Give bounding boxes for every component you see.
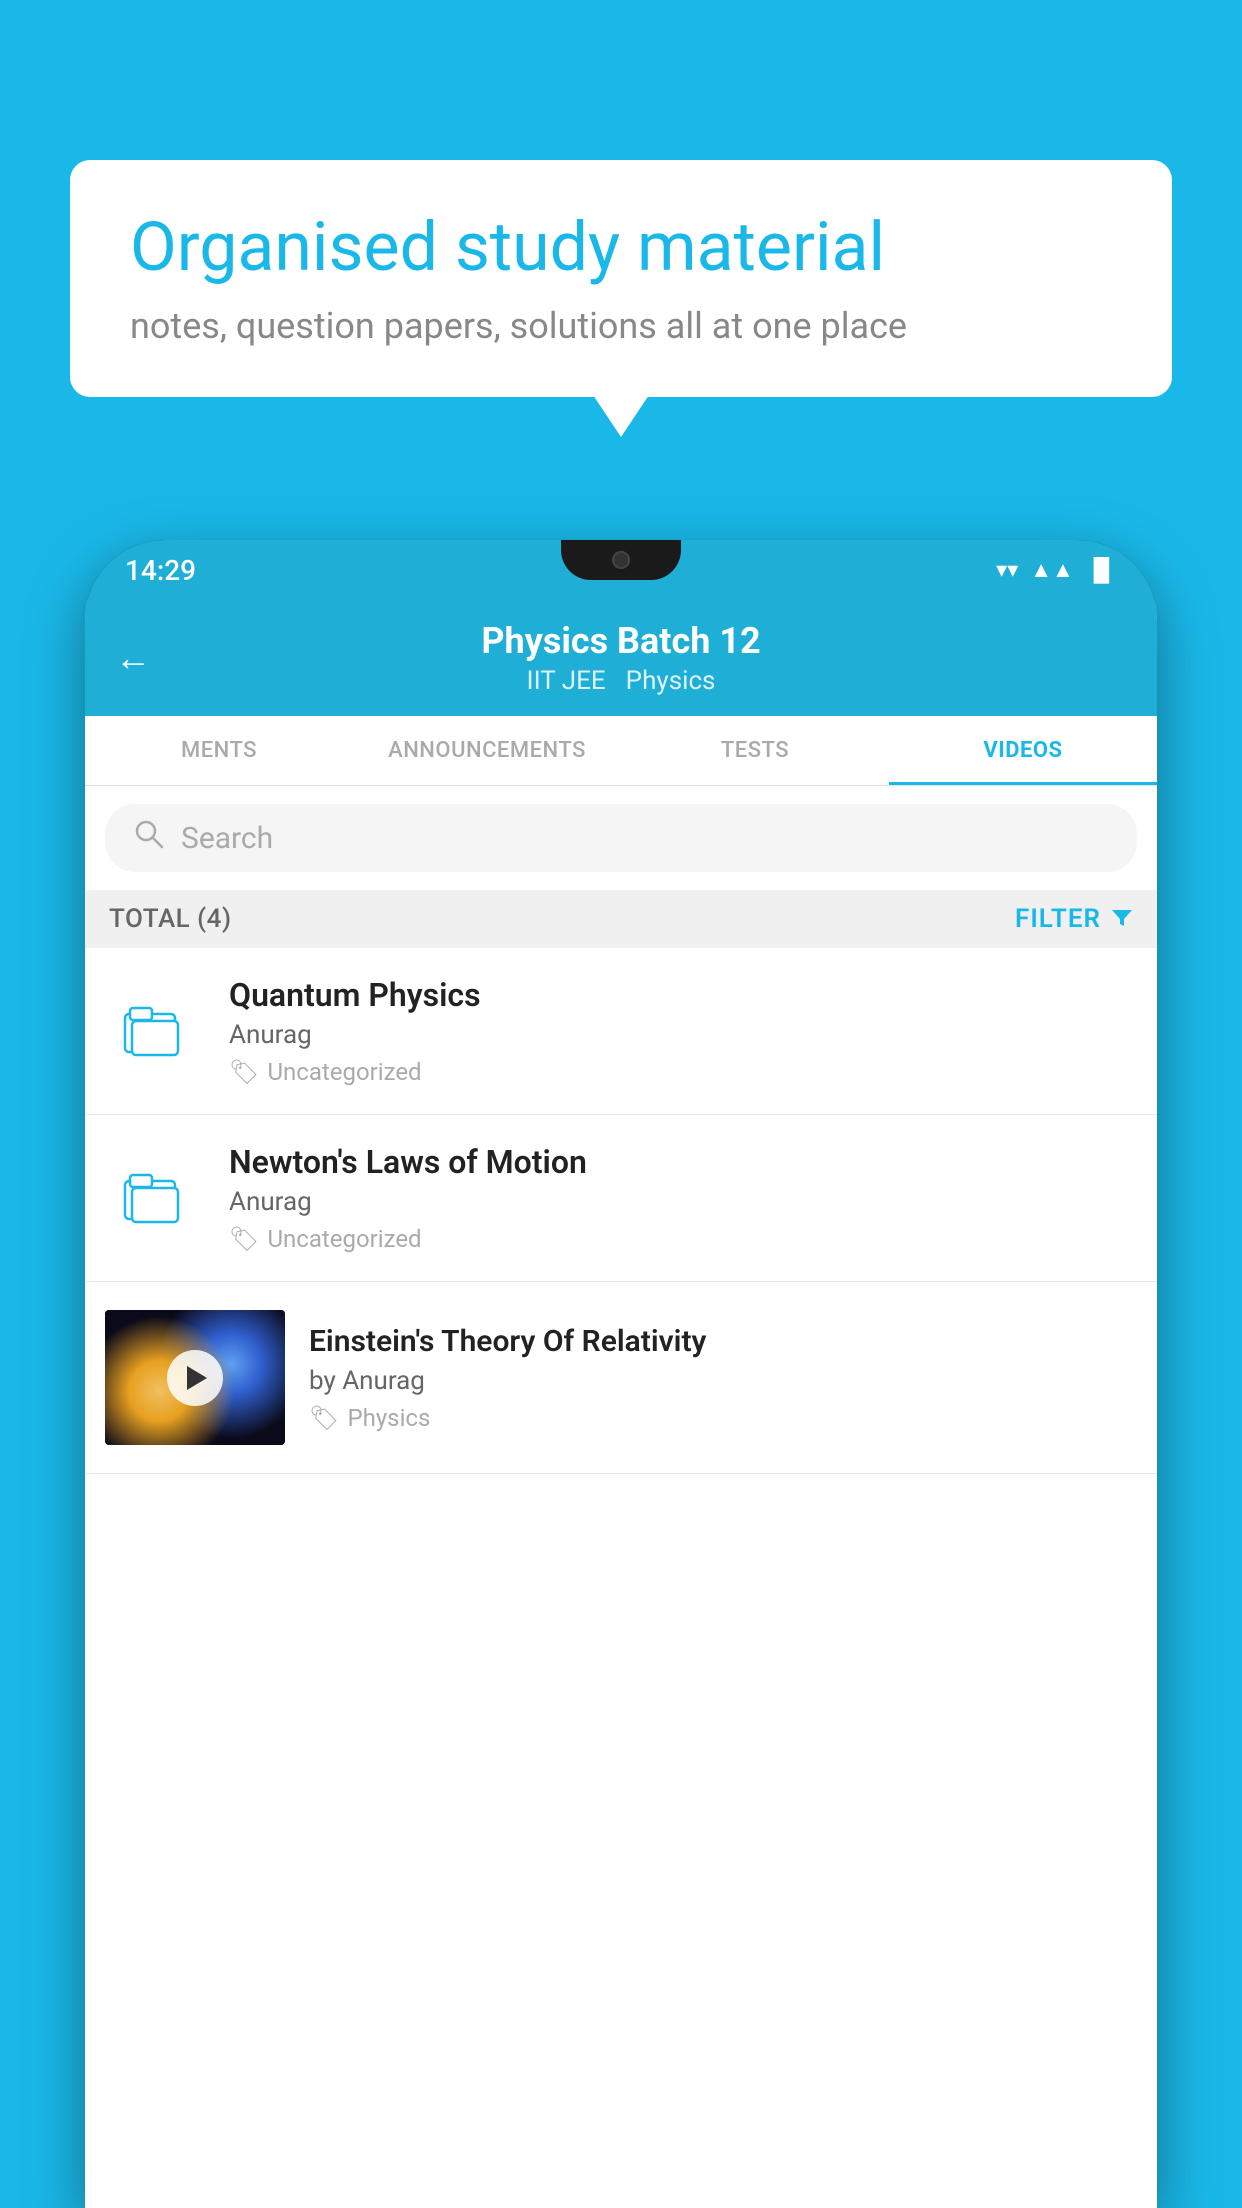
filter-bar: TOTAL (4) FILTER	[85, 890, 1157, 948]
video-list: Quantum Physics Anurag 🏷 Uncategorized	[85, 948, 1157, 1474]
tab-announcements[interactable]: ANNOUNCEMENTS	[353, 716, 621, 785]
phone-screen: ← Physics Batch 12 IIT JEE Physics MENTS…	[85, 600, 1157, 2208]
tag-icon-quantum: 🏷	[229, 1058, 259, 1086]
battery-icon: ▐▌	[1086, 557, 1117, 583]
video-item-tag-quantum: 🏷 Uncategorized	[229, 1058, 1137, 1086]
app-header: ← Physics Batch 12 IIT JEE Physics	[85, 600, 1157, 716]
speech-bubble-headline: Organised study material	[130, 210, 1112, 285]
video-item-info-newton: Newton's Laws of Motion Anurag 🏷 Uncateg…	[229, 1143, 1137, 1253]
speech-bubble-card: Organised study material notes, question…	[70, 160, 1172, 397]
header-title-block: Physics Batch 12 IIT JEE Physics	[481, 620, 760, 696]
search-icon	[133, 818, 165, 858]
notch	[561, 540, 681, 580]
play-triangle-icon	[187, 1366, 207, 1390]
camera-notch	[612, 551, 630, 569]
video-item-info-einstein: Einstein's Theory Of Relativity by Anura…	[309, 1324, 1137, 1432]
video-item-info-quantum: Quantum Physics Anurag 🏷 Uncategorized	[229, 976, 1137, 1086]
play-button-einstein[interactable]	[167, 1350, 223, 1406]
search-bar-container: Search	[85, 786, 1157, 890]
video-item-author-quantum: Anurag	[229, 1020, 1137, 1050]
phone-frame: 14:29 ▾▾ ▲▲ ▐▌ ← Physics Batch 12 IIT JE…	[85, 540, 1157, 2208]
status-time: 14:29	[125, 554, 196, 587]
filter-button[interactable]: FILTER	[1015, 904, 1133, 934]
video-item-icon-quantum	[105, 996, 205, 1066]
subtitle-physics: Physics	[626, 666, 716, 696]
video-item-tag-newton: 🏷 Uncategorized	[229, 1225, 1137, 1253]
status-icons: ▾▾ ▲▲ ▐▌	[996, 557, 1117, 583]
tab-ments[interactable]: MENTS	[85, 716, 353, 785]
video-thumbnail-einstein	[105, 1310, 285, 1445]
video-item-quantum[interactable]: Quantum Physics Anurag 🏷 Uncategorized	[85, 948, 1157, 1115]
total-count: TOTAL (4)	[109, 904, 232, 934]
filter-label: FILTER	[1015, 904, 1101, 934]
filter-funnel-icon	[1111, 909, 1133, 929]
header-subtitle: IIT JEE Physics	[481, 666, 760, 696]
search-bar[interactable]: Search	[105, 804, 1137, 872]
tab-tests[interactable]: TESTS	[621, 716, 889, 785]
video-item-tag-einstein: 🏷 Physics	[309, 1404, 1137, 1432]
batch-title: Physics Batch 12	[481, 620, 760, 662]
subtitle-iitjee: IIT JEE	[527, 666, 606, 696]
tab-videos[interactable]: VIDEOS	[889, 716, 1157, 785]
video-item-author-newton: Anurag	[229, 1187, 1137, 1217]
folder-icon-quantum	[120, 996, 190, 1066]
back-button[interactable]: ←	[115, 637, 151, 679]
video-item-title-newton: Newton's Laws of Motion	[229, 1143, 1137, 1181]
video-item-author-einstein: by Anurag	[309, 1366, 1137, 1396]
speech-bubble-subtext: notes, question papers, solutions all at…	[130, 305, 1112, 347]
video-item-title-quantum: Quantum Physics	[229, 976, 1137, 1014]
video-item-icon-newton	[105, 1163, 205, 1233]
folder-icon-newton	[120, 1163, 190, 1233]
video-item-newton[interactable]: Newton's Laws of Motion Anurag 🏷 Uncateg…	[85, 1115, 1157, 1282]
video-item-title-einstein: Einstein's Theory Of Relativity	[309, 1324, 1137, 1360]
signal-icon: ▲▲	[1030, 557, 1074, 583]
wifi-icon: ▾▾	[996, 558, 1018, 583]
tabs-bar: MENTS ANNOUNCEMENTS TESTS VIDEOS	[85, 716, 1157, 786]
video-item-einstein[interactable]: Einstein's Theory Of Relativity by Anura…	[85, 1282, 1157, 1474]
search-placeholder: Search	[181, 821, 273, 856]
tag-icon-newton: 🏷	[229, 1225, 259, 1253]
tag-icon-einstein: 🏷	[309, 1404, 339, 1432]
status-bar: 14:29 ▾▾ ▲▲ ▐▌	[85, 540, 1157, 600]
speech-bubble-section: Organised study material notes, question…	[70, 160, 1172, 397]
